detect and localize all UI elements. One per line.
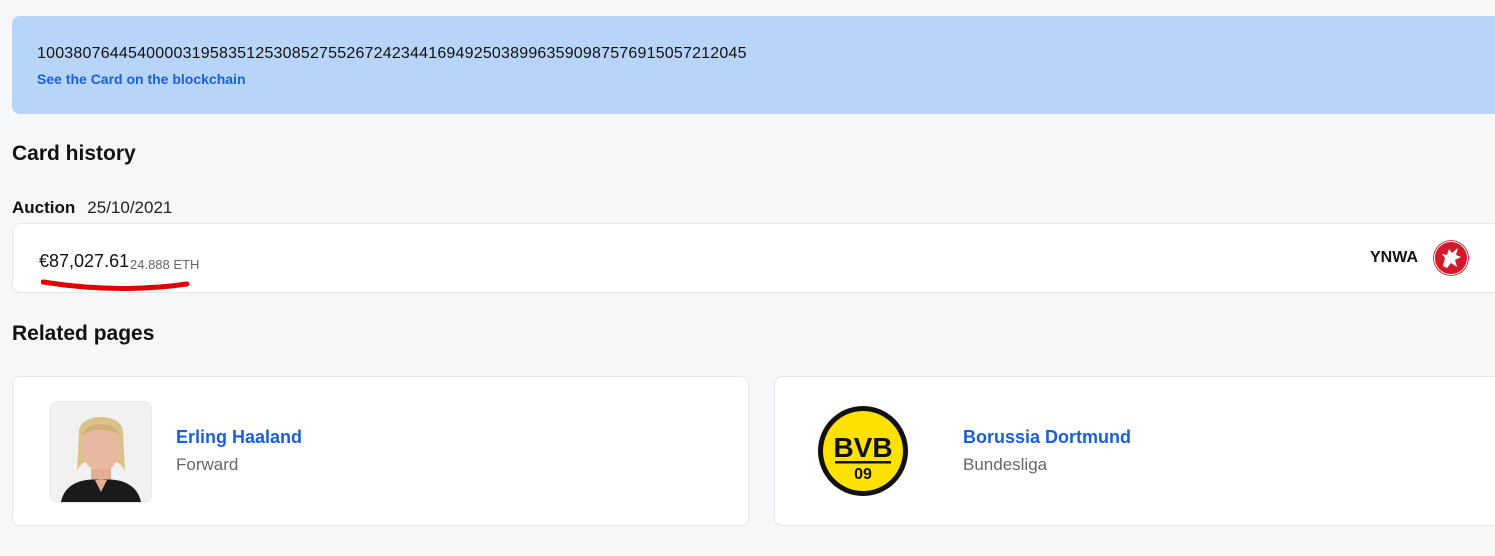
svg-text:BVB: BVB — [833, 432, 892, 463]
related-card-player[interactable]: Erling Haaland Forward — [12, 376, 749, 526]
player-position: Forward — [176, 455, 239, 474]
club-name-link[interactable]: Borussia Dortmund — [963, 427, 1131, 448]
red-annotation-underline — [41, 279, 190, 291]
token-info-box: 1003807644540000319583512530852755267242… — [12, 16, 1495, 114]
history-entry-date: 25/10/2021 — [87, 198, 173, 217]
player-name-link[interactable]: Erling Haaland — [176, 427, 302, 448]
svg-text:09: 09 — [854, 466, 872, 483]
price-eur: €87,027.61 — [39, 251, 130, 271]
club-league: Bundesliga — [963, 455, 1048, 474]
token-id: 1003807644540000319583512530852755267242… — [37, 45, 747, 62]
card-history-title: Card history — [12, 142, 136, 165]
player-photo-icon — [51, 402, 151, 502]
liverbird-icon[interactable] — [1433, 240, 1469, 276]
history-entry-card: €87,027.61 24.888 ETH YNWA — [12, 223, 1495, 293]
blockchain-link[interactable]: See the Card on the blockchain — [37, 71, 246, 87]
bvb-logo-icon: BVB 09 — [818, 406, 908, 496]
price-eth: 24.888 ETH — [130, 257, 200, 272]
player-photo — [50, 401, 152, 503]
related-pages-title: Related pages — [12, 322, 155, 345]
history-entry-type: Auction — [12, 198, 76, 217]
history-entry-meta: Auction 25/10/2021 — [12, 198, 172, 218]
buyer-name[interactable]: YNWA — [1370, 249, 1418, 267]
page: 1003807644540000319583512530852755267242… — [0, 0, 1495, 556]
related-card-club[interactable]: BVB 09 Borussia Dortmund Bundesliga — [774, 376, 1495, 526]
